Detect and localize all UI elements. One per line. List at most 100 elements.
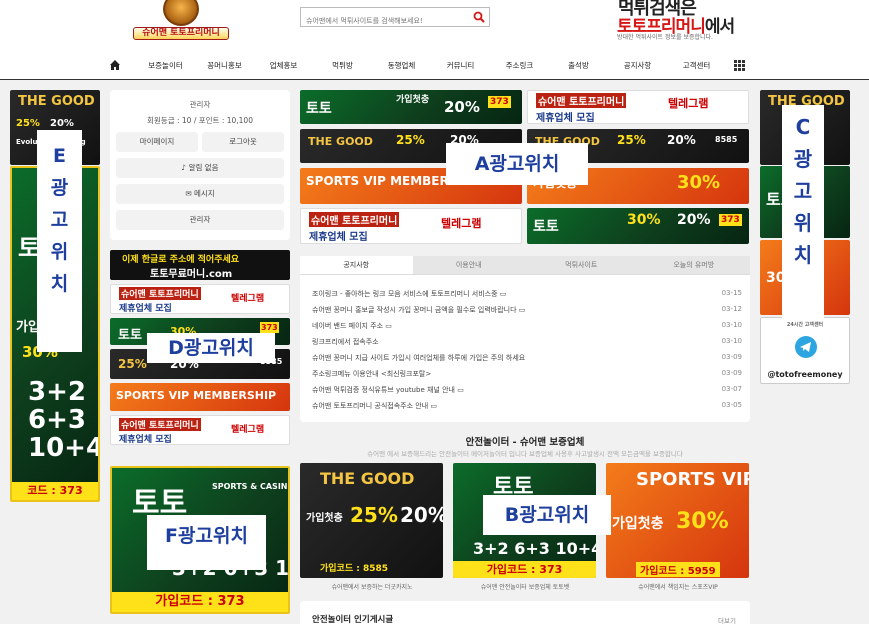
banner-text: 토토: [533, 219, 559, 235]
banner-text: SPORTS VIP MEMBERSHIP: [636, 469, 749, 490]
notice-title: 링크프리에서 접속주소: [312, 338, 379, 346]
site-header: 슈어맨 토토프리머니 먹튀검색은 토토프리머니에서 방대한 먹튀사이트 정보를 …: [0, 0, 869, 80]
search-icon[interactable]: [473, 11, 485, 23]
notice-row[interactable]: 슈어맨 꽁머니 지급 사이트 가입시 여러업체를 하루에 가입은 주의 하세요 0…: [312, 353, 742, 367]
banner-text: 슈어맨 토토프리머니: [536, 93, 627, 108]
notice-title: 슈어맨 꽁머니 지급 사이트 가입시 여러업체를 하루에 가입은 주의 하세요: [312, 354, 526, 362]
banner-partner-d1[interactable]: 슈어맨 토토프리머니 제휴업체 모집 텔레그램: [110, 284, 290, 314]
home-icon[interactable]: [108, 58, 122, 72]
banner-text: THE GOOD: [320, 469, 415, 488]
banner-text: 제휴업체 모집: [536, 113, 595, 124]
notice-row[interactable]: 슈어맨 토토프리머니 공식접속주소 안내 ▭ 03-05: [312, 401, 742, 415]
banner-text: 30%: [627, 212, 661, 228]
image-icon: ▭: [454, 386, 464, 394]
banner-hangul-address[interactable]: 이제 한글로 주소에 적어주세요 토토무료머니.com: [110, 250, 290, 280]
main-nav: 보증놀이터 꽁머니홍보 업체홍보 먹튀방 동행업체 커뮤니티 주소링크 출석방 …: [108, 57, 745, 73]
nav-item[interactable]: 커뮤니티: [431, 60, 490, 71]
notice-row[interactable]: 조이링크 - 좋아하는 링크 모음 서비스에 토토프리머니 서비스중 ▭ 03-1…: [312, 289, 742, 303]
banner-text: 텔레그램: [441, 217, 482, 230]
alarm-label: 알림 없음: [188, 163, 219, 172]
nav-item[interactable]: 고객센터: [667, 60, 726, 71]
telegram-banner[interactable]: 24시간 고객센터 @totofreemoney: [760, 317, 850, 384]
banner-a1[interactable]: 토토 가입첫충 20% 373: [300, 90, 522, 124]
notice-row[interactable]: 네이버 밴드 페이지 주소 ▭ 03-10: [312, 321, 742, 335]
tab-scam-sites[interactable]: 먹튀사이트: [525, 256, 638, 274]
notice-title: 슈어맨 꽁머니 홍보글 작성시 가입 꽁머니 금액을 필수로 입력바랍니다: [312, 306, 517, 314]
banner-text: 25%: [617, 133, 646, 147]
tab-guide[interactable]: 이용안내: [412, 256, 525, 274]
image-icon: ▭: [428, 402, 437, 410]
partner-card-sports[interactable]: SPORTS VIP MEMBERSHIP 가입첫충 30% 가입코드 : 59…: [606, 463, 749, 578]
notice-date: 03-07: [721, 385, 742, 393]
banner-text: 3+2 6+3 10+4: [28, 377, 100, 463]
notice-title: 슈어맨 먹튀검증 정식유튜브 youtube 채널 안내: [312, 386, 455, 394]
notice-title: 조이링크 - 좋아하는 링크 모음 서비스에 토토프리머니 서비스중: [312, 290, 498, 298]
banner-text: 가입코드 : 5959: [636, 562, 720, 577]
profile-panel: 관리자 회원등급 : 10 / 포인트 : 10,100 마이페이지 로그아웃 …: [110, 90, 290, 240]
site-logo[interactable]: 슈어맨 토토프리머니: [133, 0, 229, 42]
notice-row[interactable]: 슈어맨 먹튀검증 정식유튜브 youtube 채널 안내 ▭ 03-07: [312, 385, 742, 399]
banner-text: 가입코드 : 8585: [320, 564, 389, 574]
notice-row[interactable]: 주소링크메뉴 이용안내 <최신링크포탈> 03-09: [312, 369, 742, 383]
banner-text: THE GOOD: [308, 135, 373, 148]
banner-a7[interactable]: 슈어맨 토토프리머니 제휴업체 모집 텔레그램: [300, 208, 522, 244]
notice-date: 03-12: [721, 305, 742, 313]
banner-text: 가입첫충: [306, 513, 343, 524]
banner-text: 3+2 6+3 10+4: [473, 539, 596, 558]
partner-caption[interactable]: 슈어맨에서 보증하는 더굿카지노: [300, 582, 444, 591]
banner-sports-d4[interactable]: SPORTS VIP MEMBERSHIP: [110, 383, 290, 411]
banner-text: 24시간 고객센터: [786, 322, 824, 328]
banner-partner-d5[interactable]: 슈어맨 토토프리머니 제휴업체 모집 텔레그램: [110, 415, 290, 445]
nav-item[interactable]: 동행업체: [372, 60, 431, 71]
message-button[interactable]: ✉ 메시지: [116, 184, 284, 204]
banner-text: 가입코드 : 373: [453, 561, 596, 578]
telegram-icon: [795, 336, 817, 358]
notice-date: 03-10: [721, 321, 742, 329]
nav-item[interactable]: 출석방: [549, 60, 608, 71]
notice-title: 네이버 밴드 페이지 주소: [312, 322, 384, 330]
banner-text: 이제 한글로 주소에 적어주세요: [122, 255, 240, 265]
ad-label-e: E 광 고 위 치: [37, 130, 82, 352]
more-link[interactable]: 더보기: [718, 615, 736, 624]
nav-item[interactable]: 보증놀이터: [136, 60, 195, 71]
nav-item[interactable]: 꽁머니홍보: [195, 60, 254, 71]
nav-item[interactable]: 먹튀방: [313, 60, 372, 71]
banner-text: 8585: [715, 135, 738, 144]
tab-humor[interactable]: 오늘의 유머방: [637, 256, 750, 274]
logout-button[interactable]: 로그아웃: [202, 132, 284, 152]
slogan-sub: 방대한 먹튀사이트 정보를 보증합니다.: [617, 34, 713, 41]
banner-text: 슈어맨 토토프리머니: [119, 287, 201, 300]
alarm-button[interactable]: ♪ 알림 없음: [116, 158, 284, 178]
admin-button[interactable]: 관리자: [116, 210, 284, 230]
banner-text: 텔레그램: [231, 425, 265, 435]
nav-item[interactable]: 업체홍보: [254, 60, 313, 71]
ad-label-b: B광고위치: [483, 495, 611, 535]
banner-text: 25%: [350, 503, 398, 527]
ad-label-c: C 광 고 위 치: [782, 105, 824, 318]
section-title: 안전놀이터 - 슈어맨 보증업체: [465, 437, 585, 448]
mypage-button[interactable]: 마이페이지: [116, 132, 198, 152]
all-menu-icon[interactable]: [734, 59, 745, 71]
notice-row[interactable]: 슈어맨 꽁머니 홍보글 작성시 가입 꽁머니 금액을 필수로 입력바랍니다 ▭ 0…: [312, 305, 742, 319]
banner-text: 25%: [396, 133, 425, 147]
bell-icon: ♪: [181, 163, 189, 172]
partner-card-thegood[interactable]: THE GOOD 가입첫충 25% 20% 가입코드 : 8585: [300, 463, 443, 578]
banner-text: 25%: [16, 118, 40, 129]
banner-a2[interactable]: 슈어맨 토토프리머니 제휴업체 모집 텔레그램: [527, 90, 749, 124]
banner-text: 제휴업체 모집: [119, 304, 172, 314]
partner-caption[interactable]: 슈어맨에서 책임지는 스포츠VIP: [606, 582, 750, 591]
search-input[interactable]: [301, 12, 466, 30]
nav-item[interactable]: 주소링크: [490, 60, 549, 71]
notice-tabs: 공지사항 이용안내 먹튀사이트 오늘의 유머방: [300, 256, 750, 275]
banner-text: 20%: [677, 212, 711, 228]
tab-notice[interactable]: 공지사항: [300, 256, 413, 274]
notice-date: 03-15: [721, 289, 742, 297]
profile-name: 관리자: [189, 100, 211, 109]
notice-date: 03-09: [721, 353, 742, 361]
banner-text: 텔레그램: [231, 294, 265, 304]
nav-item[interactable]: 공지사항: [608, 60, 667, 71]
banner-a8[interactable]: 토토 30% 20% 373: [527, 208, 749, 244]
ad-label-d: D광고위치: [147, 333, 275, 363]
notice-row[interactable]: 링크프리에서 접속주소 03-10: [312, 337, 742, 351]
partner-caption[interactable]: 슈어맨 안전놀이터 보증업체 토토벳: [453, 582, 597, 591]
